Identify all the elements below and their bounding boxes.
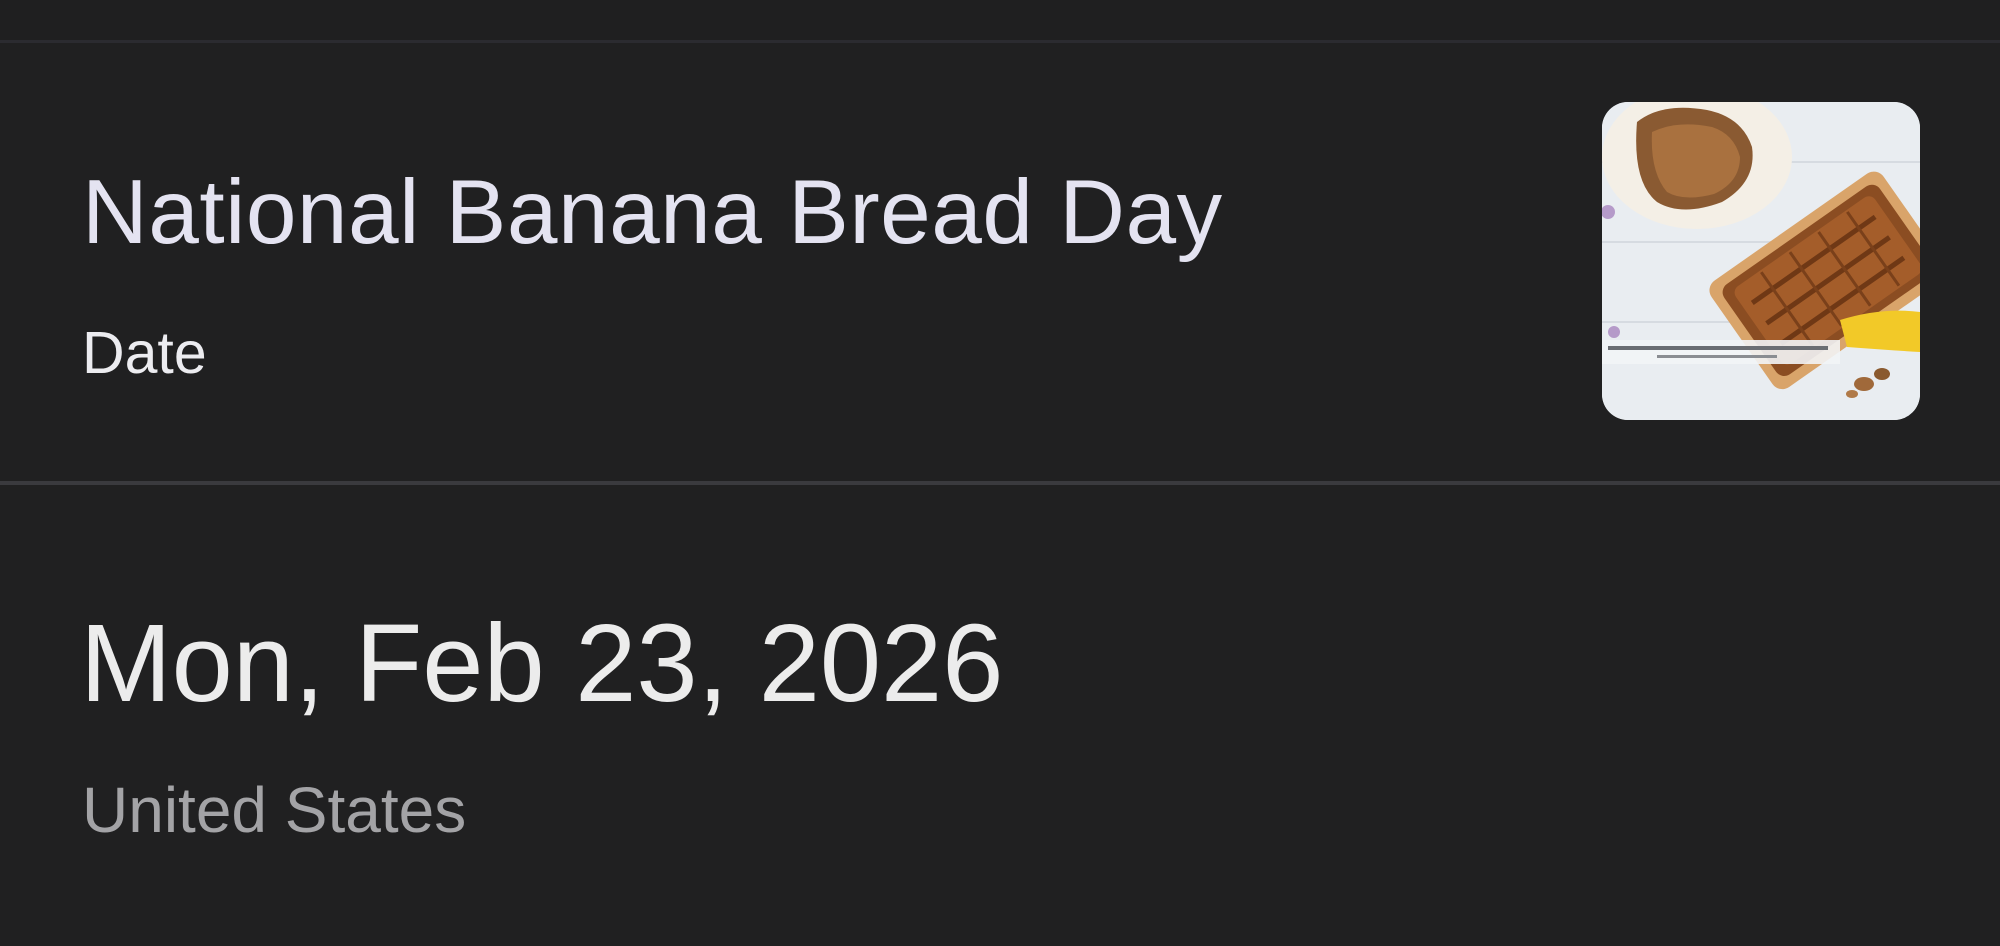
event-type-label: Date	[82, 320, 207, 386]
event-title: National Banana Bread Day	[82, 162, 1223, 263]
section-divider	[0, 481, 2000, 485]
top-strip	[0, 0, 2000, 40]
event-thumbnail-image[interactable]	[1602, 102, 1920, 420]
event-region: United States	[82, 774, 467, 846]
banana-bread-photo-icon	[1602, 102, 1920, 420]
event-date: Mon, Feb 23, 2026	[80, 602, 1004, 725]
